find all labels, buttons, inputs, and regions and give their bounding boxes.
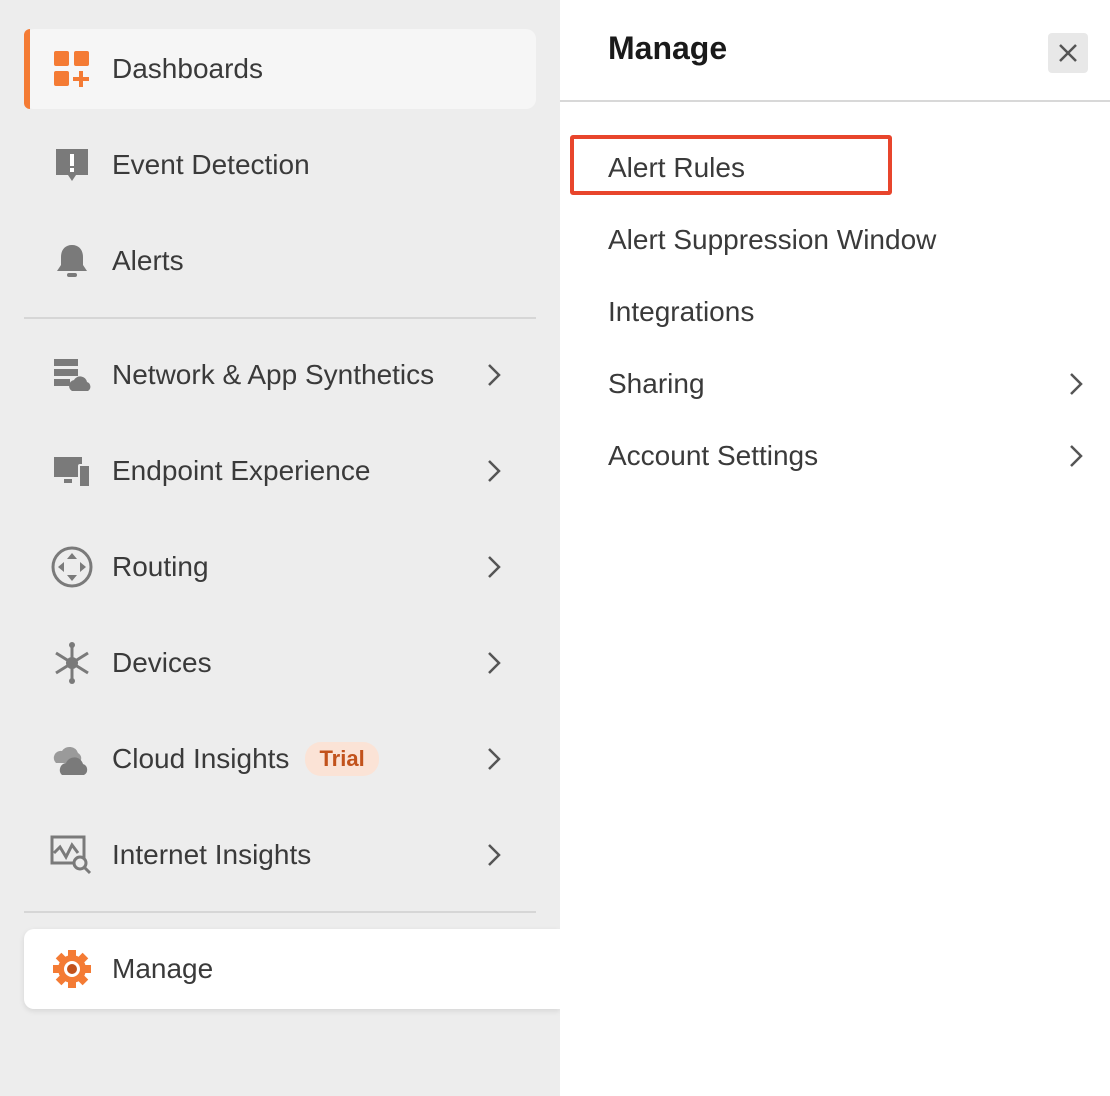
- sidebar-item-label: Event Detection: [112, 149, 310, 180]
- sidebar-item-label: Alerts: [112, 245, 184, 276]
- sidebar-item-label: Network & App Synthetics: [112, 359, 435, 390]
- cloud-icon: [50, 737, 94, 781]
- sidebar-item-label: Cloud Insights: [112, 743, 290, 774]
- panel-divider: [560, 100, 1110, 102]
- menu-item-label: Account Settings: [608, 440, 819, 471]
- sidebar-item-dashboards[interactable]: Dashboards: [24, 29, 536, 109]
- chevron-right-icon: [482, 651, 506, 675]
- close-icon: [1058, 43, 1078, 63]
- menu-item-account-settings[interactable]: Account Settings: [608, 430, 1088, 482]
- trial-badge: Trial: [305, 742, 379, 776]
- bell-icon: [50, 239, 94, 283]
- menu-item-label: Alert Suppression Window: [608, 224, 937, 255]
- sidebar-item-label: Devices: [112, 647, 212, 678]
- chevron-right-icon: [482, 747, 506, 771]
- dashboard-add-icon: [50, 47, 94, 91]
- network-hub-icon: [50, 641, 94, 685]
- menu-item-alert-suppression-window[interactable]: Alert Suppression Window: [608, 214, 1088, 266]
- menu-item-sharing[interactable]: Sharing: [608, 358, 1088, 410]
- sidebar-divider: [24, 911, 536, 913]
- menu-item-integrations[interactable]: Integrations: [608, 286, 1088, 338]
- internet-search-icon: [50, 833, 94, 877]
- gear-icon: [50, 947, 94, 991]
- close-button[interactable]: [1048, 33, 1088, 73]
- manage-panel: Manage Alert Rules Alert Suppression Win…: [560, 0, 1110, 1096]
- chevron-right-icon: [482, 363, 506, 387]
- sidebar-item-label: Internet Insights: [112, 839, 312, 870]
- sidebar-divider: [24, 317, 536, 319]
- chevron-right-icon: [482, 843, 506, 867]
- chevron-right-icon: [1064, 444, 1088, 468]
- sidebar-item-endpoint-experience[interactable]: Endpoint Experience: [24, 431, 536, 511]
- monitor-device-icon: [50, 449, 94, 493]
- menu-item-label: Alert Rules: [608, 152, 745, 183]
- sidebar-item-network-app-synthetics[interactable]: Network & App Synthetics: [24, 335, 536, 415]
- sidebar-item-label: Manage: [112, 953, 214, 984]
- chevron-right-icon: [1064, 372, 1088, 396]
- event-alert-icon: [50, 143, 94, 187]
- server-cloud-icon: [50, 353, 94, 397]
- sidebar-item-label: Dashboards: [112, 53, 263, 84]
- sidebar-item-label: Routing: [112, 551, 209, 582]
- menu-item-label: Sharing: [608, 368, 705, 399]
- sidebar-item-manage[interactable]: Manage: [24, 929, 560, 1009]
- sidebar-item-label: Endpoint Experience: [112, 455, 371, 486]
- chevron-right-icon: [482, 459, 506, 483]
- sidebar-item-cloud-insights[interactable]: Cloud Insights Trial: [24, 719, 536, 799]
- routing-icon: [50, 545, 94, 589]
- sidebar-item-alerts[interactable]: Alerts: [24, 221, 536, 301]
- sidebar-item-internet-insights[interactable]: Internet Insights: [24, 815, 536, 895]
- panel-title: Manage: [608, 30, 728, 66]
- sidebar-item-routing[interactable]: Routing: [24, 527, 536, 607]
- menu-item-alert-rules[interactable]: Alert Rules: [608, 142, 1088, 194]
- menu-item-label: Integrations: [608, 296, 755, 327]
- sidebar: Dashboards Event Detection Alerts Networ…: [0, 0, 560, 1096]
- chevron-right-icon: [482, 555, 506, 579]
- sidebar-item-event-detection[interactable]: Event Detection: [24, 125, 536, 205]
- sidebar-item-devices[interactable]: Devices: [24, 623, 536, 703]
